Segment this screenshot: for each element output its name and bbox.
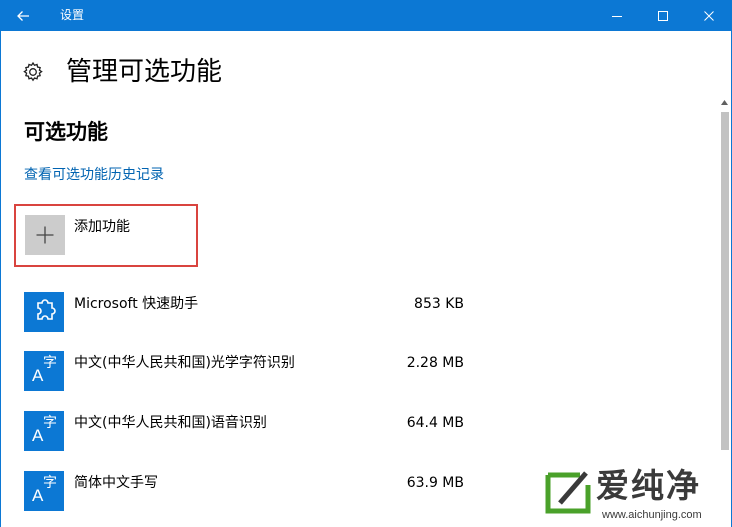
language-icon-a: A xyxy=(32,366,44,385)
feature-size: 64.4 MB xyxy=(406,415,464,431)
add-feature-button[interactable]: 添加功能 xyxy=(14,204,198,267)
chevron-up-icon xyxy=(721,99,728,105)
language-icon-a: A xyxy=(32,426,44,445)
window-border xyxy=(0,31,1,527)
maximize-button[interactable] xyxy=(640,0,686,31)
feature-item-ocr[interactable]: A 字 中文(中华人民共和国)光学字符识别 2.28 MB xyxy=(24,351,464,393)
language-icon: A 字 xyxy=(24,411,64,451)
watermark-logo-icon xyxy=(545,471,591,514)
language-icon-a: A xyxy=(32,486,44,505)
feature-size: 63.9 MB xyxy=(406,475,464,491)
watermark: 爱纯净 www.aichunjing.com xyxy=(536,463,726,525)
add-feature-label: 添加功能 xyxy=(74,219,130,235)
feature-name: 中文(中华人民共和国)语音识别 xyxy=(74,415,267,431)
feature-name: 中文(中华人民共和国)光学字符识别 xyxy=(74,355,295,371)
title-bar: 设置 xyxy=(0,0,732,31)
scrollbar-thumb[interactable] xyxy=(721,112,729,450)
window-title: 设置 xyxy=(60,8,85,22)
arrow-left-icon xyxy=(17,10,29,21)
watermark-text: 爱纯净 xyxy=(596,466,701,505)
minimize-button[interactable] xyxy=(594,0,640,31)
feature-item-handwriting[interactable]: A 字 简体中文手写 63.9 MB xyxy=(24,471,464,513)
puzzle-icon xyxy=(37,299,56,320)
plus-icon xyxy=(36,226,54,244)
close-button[interactable] xyxy=(686,0,732,31)
back-button[interactable] xyxy=(0,0,46,31)
language-icon-zi: 字 xyxy=(43,415,57,431)
maximize-icon xyxy=(658,10,668,21)
section-title: 可选功能 xyxy=(24,120,108,144)
feature-icon-tile xyxy=(24,292,64,332)
language-icon: A 字 xyxy=(24,351,64,391)
add-feature-tile xyxy=(25,215,65,255)
feature-item-speech[interactable]: A 字 中文(中华人民共和国)语音识别 64.4 MB xyxy=(24,411,464,453)
language-icon-zi: 字 xyxy=(43,355,57,371)
gear-icon xyxy=(23,61,43,82)
feature-name: 简体中文手写 xyxy=(74,475,158,491)
feature-size: 853 KB xyxy=(414,296,464,312)
language-icon: A 字 xyxy=(24,471,64,511)
language-icon-zi: 字 xyxy=(43,475,57,491)
page-header: 管理可选功能 xyxy=(22,52,222,92)
page-title: 管理可选功能 xyxy=(66,57,223,87)
watermark-url: www.aichunjing.com xyxy=(602,509,702,521)
feature-name: Microsoft 快速助手 xyxy=(74,296,199,312)
feature-size: 2.28 MB xyxy=(406,355,464,371)
scroll-up-button[interactable] xyxy=(719,96,730,108)
close-icon xyxy=(704,10,714,21)
minimize-icon xyxy=(612,15,622,17)
view-history-link[interactable]: 查看可选功能历史记录 xyxy=(24,165,164,185)
feature-item-quick-assist[interactable]: Microsoft 快速助手 853 KB xyxy=(24,292,464,334)
